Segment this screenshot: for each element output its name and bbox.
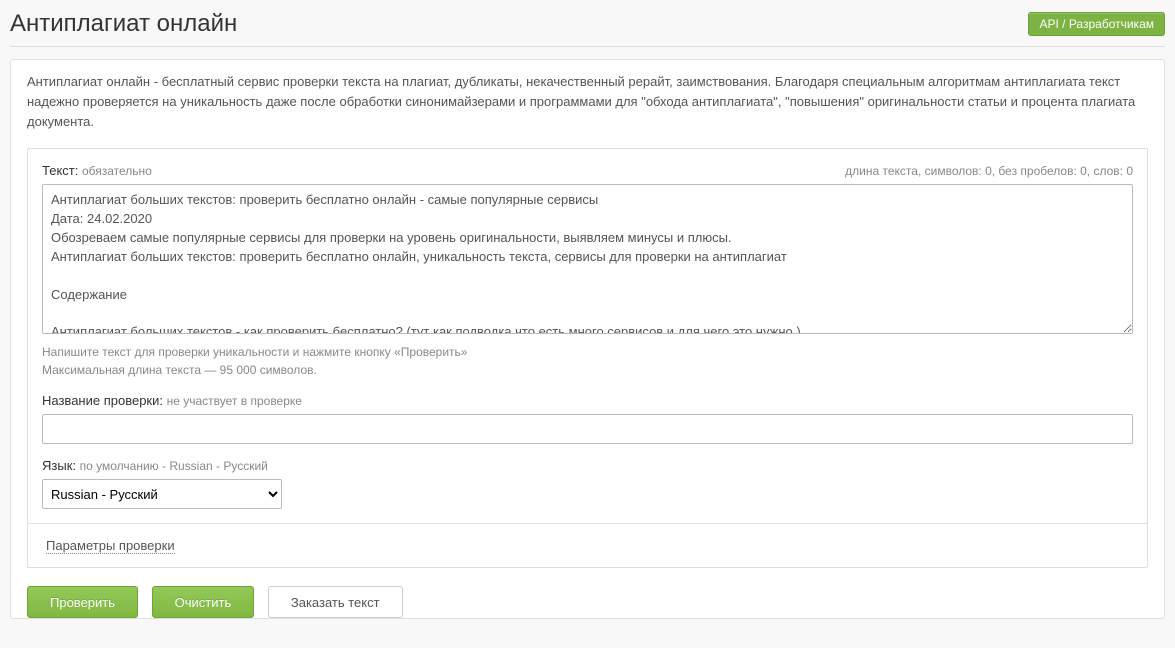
clear-button[interactable]: Очистить [152,586,255,618]
text-required-hint: обязательно [82,164,152,178]
title-label: Название проверки: [42,393,163,408]
lang-select[interactable]: Russian - Русский [42,479,282,509]
text-counter: длина текста, символов: 0, без пробелов:… [845,164,1133,178]
check-params-link[interactable]: Параметры проверки [46,538,175,554]
lang-hint: по умолчанию - Russian - Русский [80,459,268,473]
check-button[interactable]: Проверить [27,586,138,618]
api-developers-button[interactable]: API / Разработчикам [1028,12,1165,36]
form-box: Текст: обязательно длина текста, символо… [27,148,1148,568]
text-input[interactable] [42,184,1133,334]
page-title: Антиплагиат онлайн [10,10,237,38]
text-label: Текст: [42,163,78,178]
intro-text: Антиплагиат онлайн - бесплатный сервис п… [11,60,1164,140]
title-hint: не участвует в проверке [167,394,302,408]
text-help-2: Максимальная длина текста — 95 000 симво… [42,361,1133,379]
order-text-button[interactable]: Заказать текст [268,586,403,618]
text-help-1: Напишите текст для проверки уникальности… [42,343,1133,361]
title-input[interactable] [42,414,1133,444]
lang-label: Язык: [42,458,76,473]
main-card: Антиплагиат онлайн - бесплатный сервис п… [10,59,1165,619]
